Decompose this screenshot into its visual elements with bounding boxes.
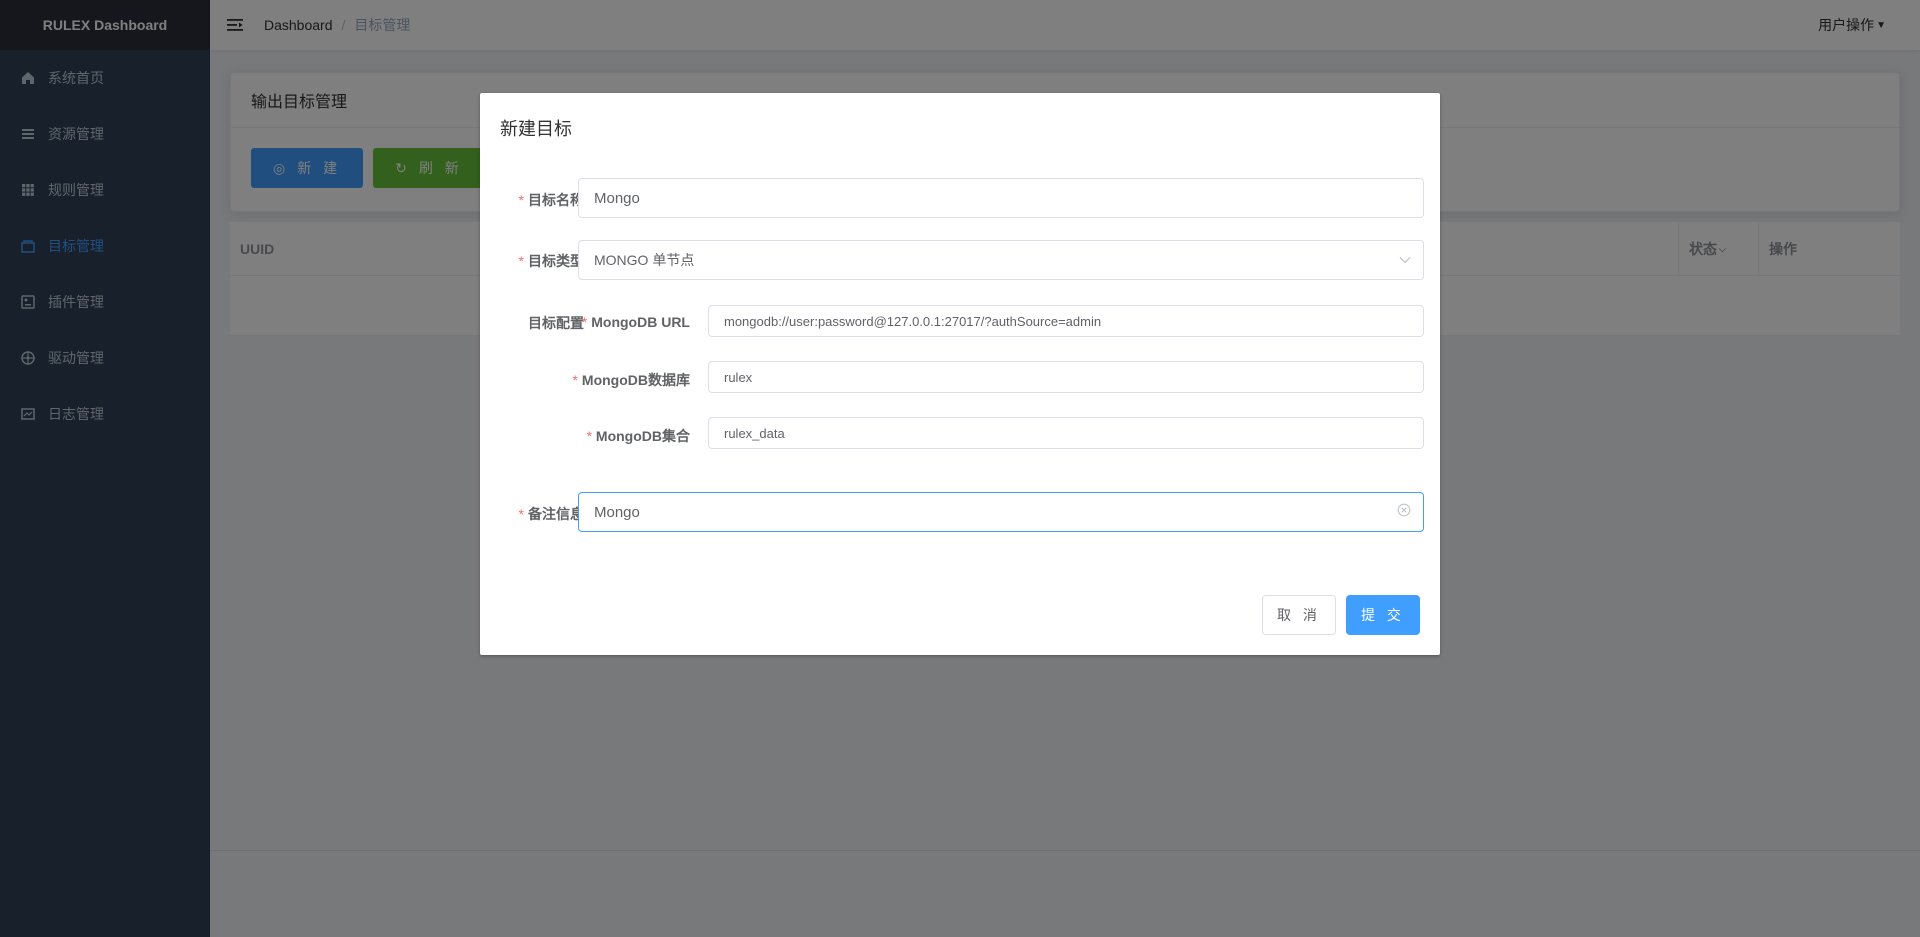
mongo-collection-input[interactable]: rulex_data: [708, 417, 1424, 449]
name-label: * 目标名称: [498, 190, 584, 210]
mongo-db-label: * MongoDB数据库: [570, 370, 690, 390]
target-type-select[interactable]: MONGO 单节点: [578, 240, 1424, 280]
mongo-collection-value: rulex_data: [724, 425, 785, 441]
mongo-collection-label: * MongoDB集合: [570, 426, 690, 446]
mongo-url-label: * MongoDB URL: [580, 314, 690, 330]
mongo-db-value: rulex: [724, 369, 753, 385]
required-mark: *: [518, 506, 524, 522]
mongo-url-input[interactable]: mongodb://user:password@127.0.0.1:27017/…: [708, 305, 1424, 337]
mongo-db-label-text: MongoDB数据库: [581, 372, 690, 388]
cancel-button[interactable]: 取 消: [1262, 595, 1336, 635]
target-name-input[interactable]: Mongo: [578, 178, 1424, 218]
chevron-down-icon: [1399, 252, 1411, 269]
dialog-title: 新建目标: [500, 119, 572, 139]
type-label-text: 目标类型: [528, 253, 584, 269]
type-label: * 目标类型: [498, 251, 584, 271]
description-label-text: 备注信息: [528, 506, 584, 522]
submit-button[interactable]: 提 交: [1346, 595, 1420, 635]
required-mark: *: [518, 253, 524, 269]
required-mark: *: [586, 428, 592, 444]
mongo-url-label-text: MongoDB URL: [591, 314, 690, 330]
target-type-value: MONGO 单节点: [594, 252, 695, 268]
required-mark: *: [518, 192, 524, 208]
config-label: 目标配置: [528, 315, 584, 331]
target-name-value: Mongo: [594, 189, 640, 207]
description-value: Mongo: [594, 503, 640, 521]
clear-icon[interactable]: [1397, 503, 1411, 521]
required-mark: *: [572, 372, 578, 388]
new-target-dialog: 新建目标 * 目标名称 Mongo * 目标类型 MONGO 单节点 目标配置 * M…: [480, 93, 1440, 655]
description-input[interactable]: Mongo: [578, 492, 1424, 532]
mongo-db-input[interactable]: rulex: [708, 361, 1424, 393]
name-label-text: 目标名称: [528, 192, 584, 208]
mongo-collection-label-text: MongoDB集合: [595, 428, 690, 444]
mongo-url-value: mongodb://user:password@127.0.0.1:27017/…: [724, 313, 1102, 329]
description-label: * 备注信息: [498, 504, 584, 524]
required-mark: *: [581, 314, 588, 330]
